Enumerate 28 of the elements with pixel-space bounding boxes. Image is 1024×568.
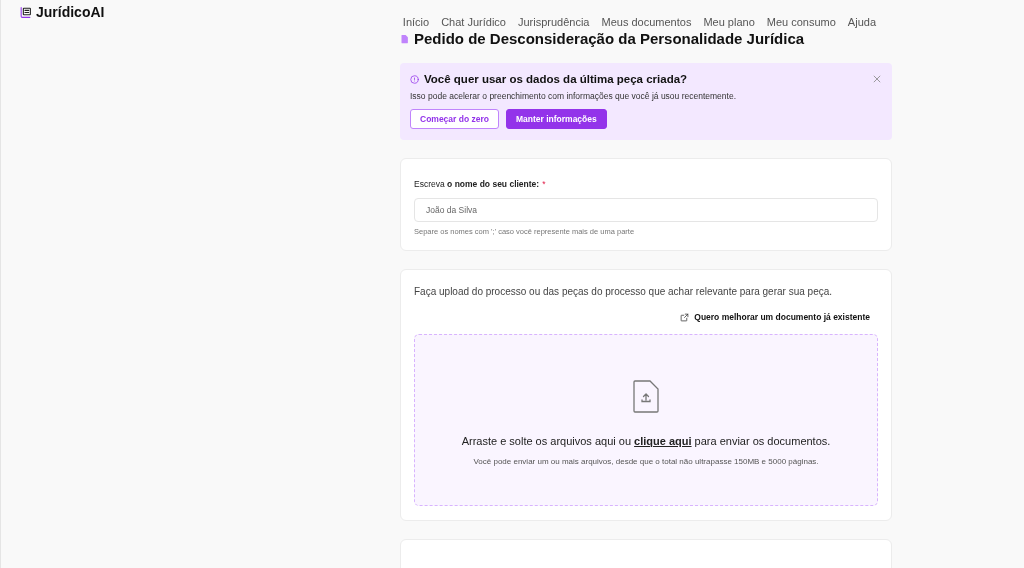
nav-link[interactable]: Ajuda xyxy=(847,16,876,28)
restart-button[interactable]: Começar do zero xyxy=(410,109,499,129)
drop-instructions: Arraste e solte os arquivos aqui ou clique aqui para enviar os documentos. xyxy=(461,435,831,447)
field-label: Escreva o nome do seu cliente: xyxy=(414,179,540,189)
nav-link[interactable]: Meu plano xyxy=(703,16,755,28)
info-icon xyxy=(410,74,419,84)
document-icon xyxy=(400,33,409,44)
nav-link[interactable]: Meu consumo xyxy=(766,16,836,28)
nav-link[interactable]: Início xyxy=(402,16,430,28)
nav-link[interactable]: Chat Jurídico xyxy=(441,16,506,28)
required-mark: * xyxy=(542,179,546,189)
close-icon[interactable] xyxy=(872,74,882,84)
file-upload-icon xyxy=(633,380,659,413)
nav-link[interactable]: Meus documentos xyxy=(601,16,692,28)
external-link-icon xyxy=(680,312,690,322)
upload-limits: Você pode enviar um ou mais arquivos, desde que o total não ultrapasse 150MB e 5000 páginas. xyxy=(473,457,819,466)
keep-button[interactable]: Manter informações xyxy=(505,109,607,129)
page-title: Pedido de Desconsideração da Personalidade Jurídica xyxy=(414,30,805,47)
click-here-link[interactable]: clique aqui xyxy=(634,435,692,447)
brand-name: JurídicoAI xyxy=(36,4,105,20)
banner-title: Você quer usar os dados da última peça criada? xyxy=(424,73,689,85)
nav-link[interactable]: Jurisprudência xyxy=(517,16,590,28)
improve-document-link[interactable]: Quero melhorar um documento já existente xyxy=(680,312,870,322)
upload-intro: Faça upload do processo ou das peças do processo que achar relevante para gerar sua peça. xyxy=(414,286,834,297)
logo-icon xyxy=(19,5,32,19)
drop-zone[interactable]: Arraste e solte os arquivos aqui ou clique aqui para enviar os documentos. Você pode enviar um ou mais arquivos, desde que o total não ultrapasse 150MB e 5000 páginas. xyxy=(414,334,878,506)
client-name-input[interactable]: João da Silva xyxy=(414,198,878,222)
banner-text: Isso pode acelerar o preenchimento com informações que você já usou recentemente. xyxy=(410,91,738,101)
